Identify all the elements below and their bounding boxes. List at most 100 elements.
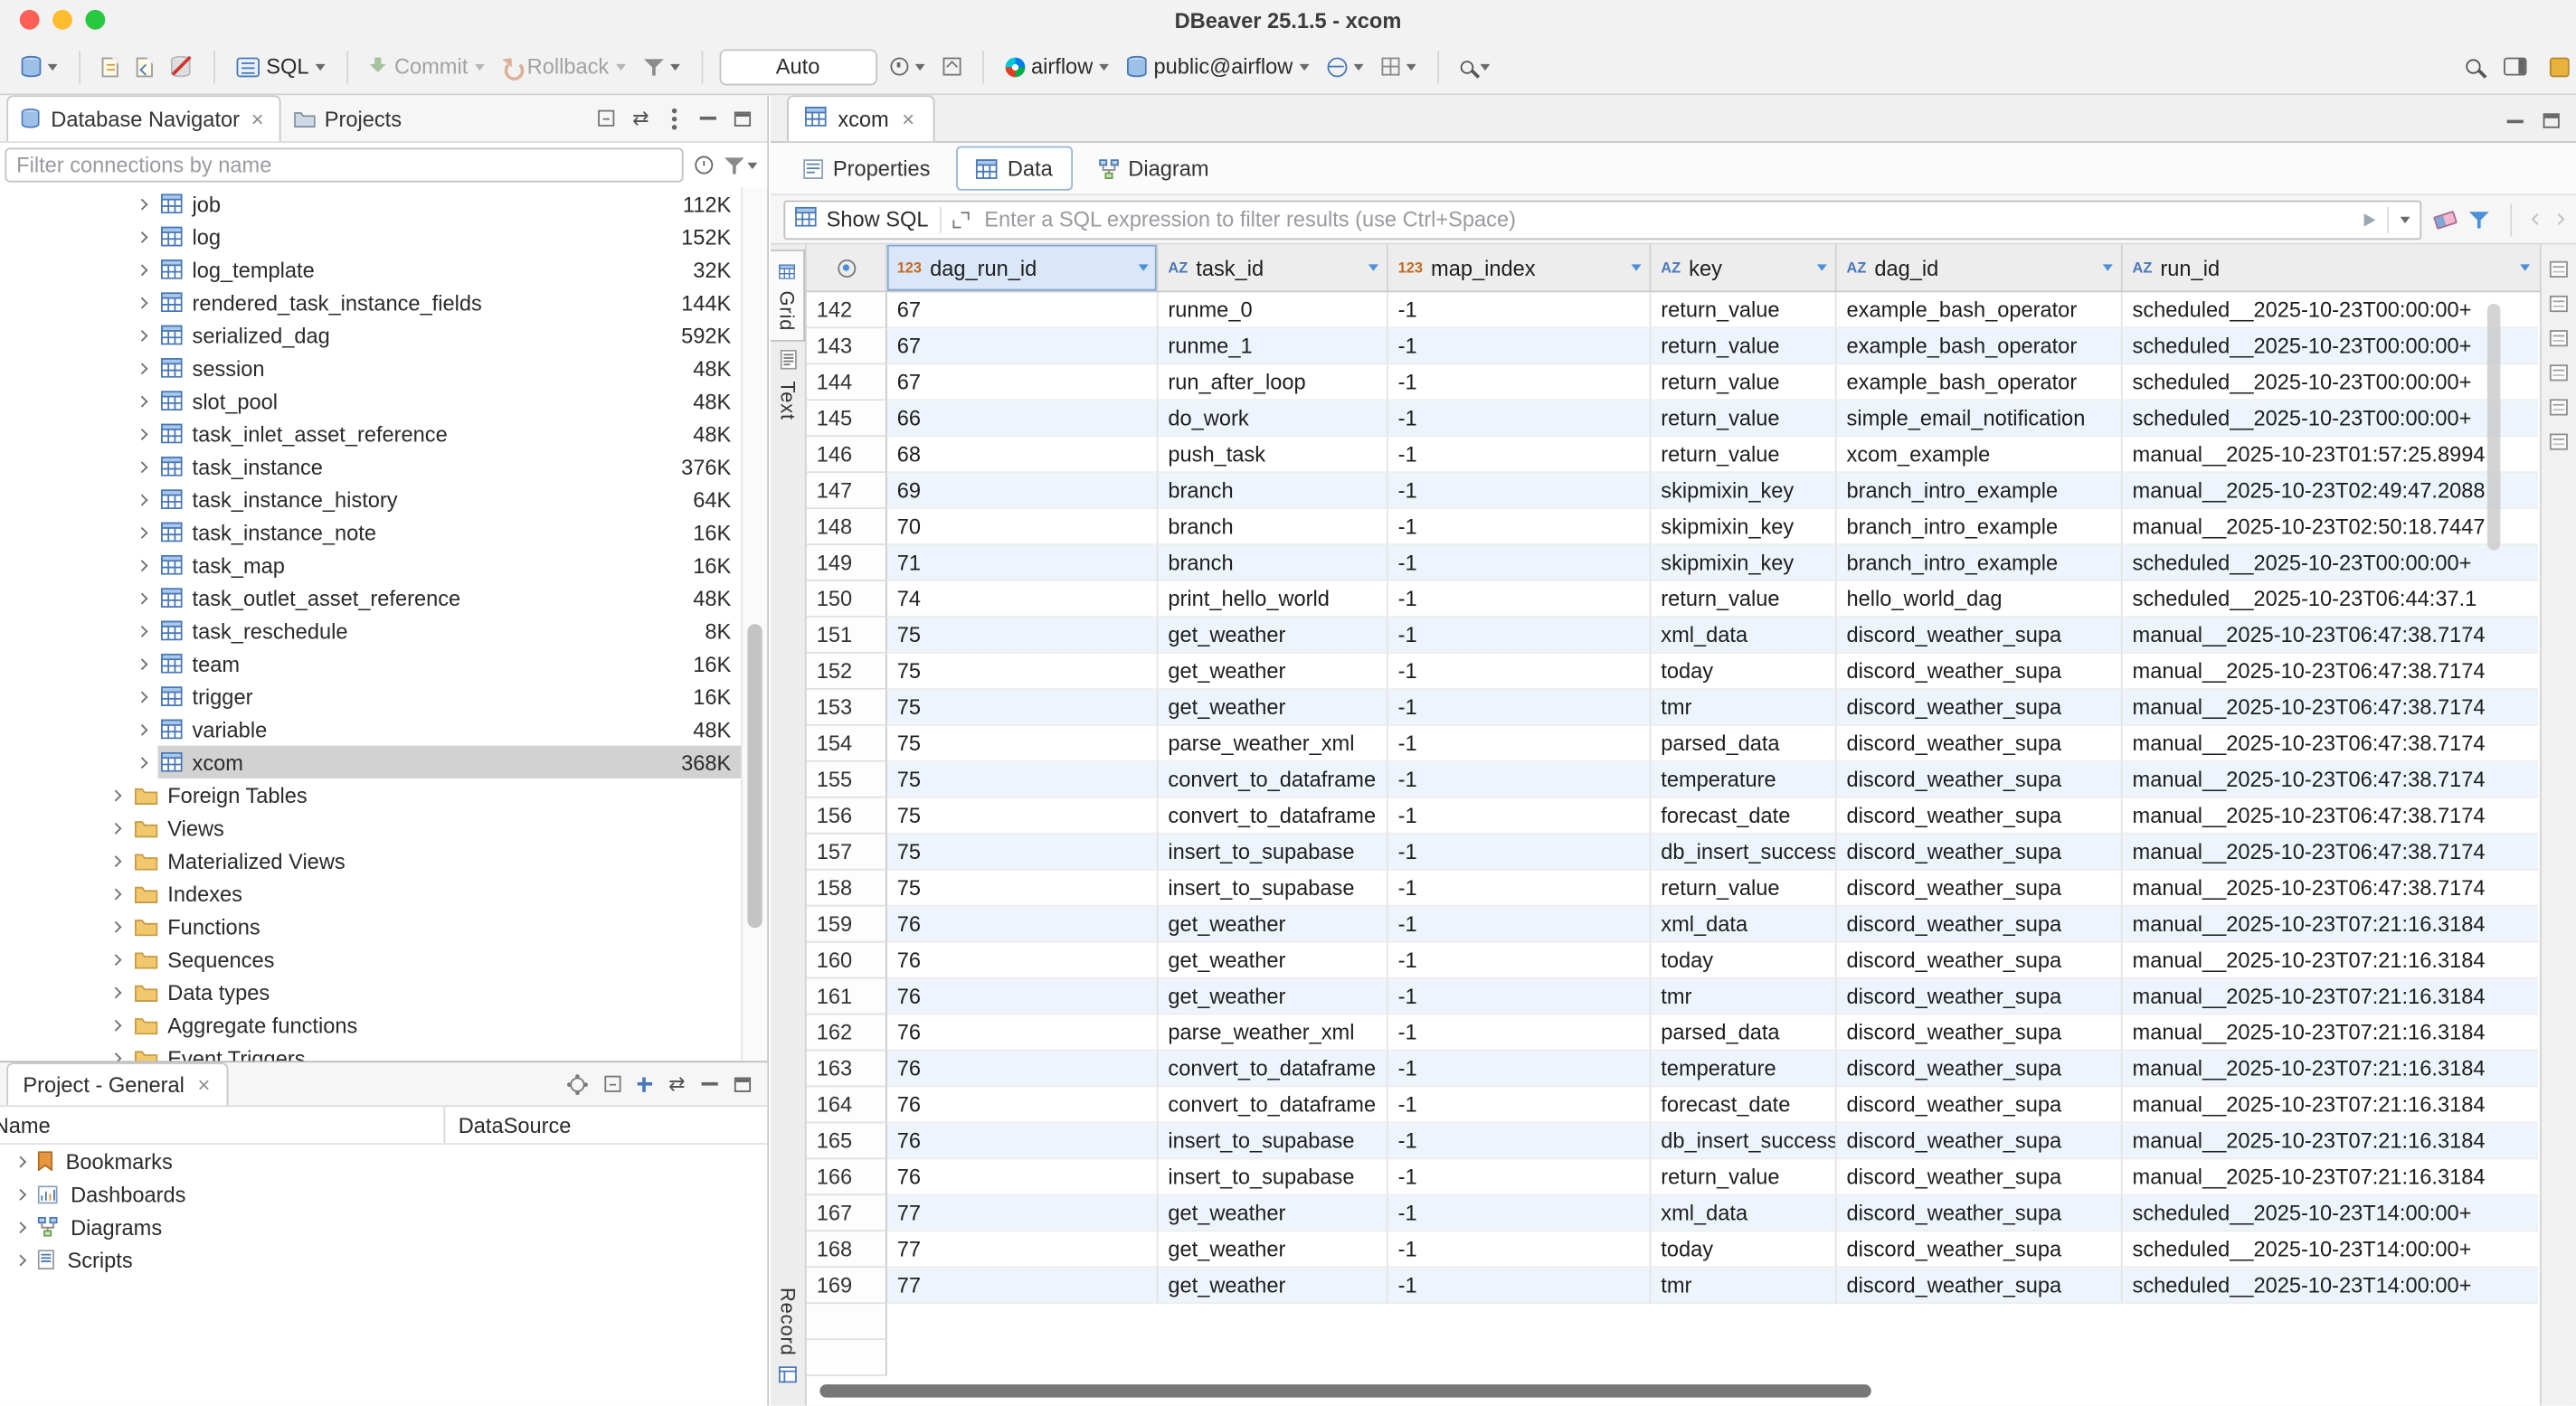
tree-item[interactable]: slot_pool 48K xyxy=(0,384,767,417)
column-header[interactable]: AZ run_id xyxy=(2123,245,2539,291)
network-profile-button[interactable] xyxy=(1322,53,1368,80)
minimize-view-icon[interactable] xyxy=(702,1082,718,1086)
tree-item[interactable]: job 112K xyxy=(0,187,767,220)
cell-map-index[interactable]: -1 xyxy=(1388,401,1652,437)
close-icon[interactable]: × xyxy=(250,109,265,130)
cell-dag-run-id[interactable]: 75 xyxy=(887,690,1159,726)
history-back-icon[interactable] xyxy=(2532,213,2543,225)
cell-key[interactable]: skipmixin_key xyxy=(1651,509,1836,545)
cell-run-id[interactable]: manual__2025-10-23T06:47:38.7174 xyxy=(2123,726,2539,762)
link-with-editor-icon[interactable]: ⇄ xyxy=(668,1074,685,1094)
commit-button[interactable]: Commit xyxy=(365,51,489,82)
cell-dag-run-id[interactable]: 69 xyxy=(887,473,1159,509)
column-filter-caret-icon[interactable] xyxy=(2103,264,2113,270)
cell-key[interactable]: today xyxy=(1651,1231,1836,1268)
cell-task-id[interactable]: get_weather xyxy=(1158,654,1387,690)
cell-run-id[interactable]: manual__2025-10-23T07:21:16.3184 xyxy=(2123,1159,2539,1195)
cell-dag-id[interactable]: discord_weather_supa xyxy=(1837,871,2123,907)
row-number[interactable]: 142 xyxy=(807,292,887,328)
collapse-all-icon[interactable] xyxy=(598,110,614,127)
expand-chevron-icon[interactable] xyxy=(110,789,122,801)
row-number[interactable]: 164 xyxy=(807,1087,887,1123)
cell-dag-run-id[interactable]: 68 xyxy=(887,437,1159,473)
tree-item[interactable]: Functions xyxy=(0,910,767,942)
cell-dag-run-id[interactable]: 75 xyxy=(887,798,1159,835)
expand-chevron-icon[interactable] xyxy=(137,329,148,341)
row-number[interactable]: 166 xyxy=(807,1159,887,1195)
column-header-name[interactable]: Name xyxy=(0,1107,443,1143)
row-number[interactable]: 154 xyxy=(807,726,887,762)
cell-map-index[interactable]: -1 xyxy=(1388,798,1652,835)
transaction-log-button[interactable] xyxy=(885,54,929,79)
expand-chevron-icon[interactable] xyxy=(137,625,148,637)
cell-map-index[interactable]: -1 xyxy=(1388,835,1652,871)
cell-map-index[interactable]: -1 xyxy=(1388,762,1652,798)
cell-dag-run-id[interactable]: 77 xyxy=(887,1268,1159,1304)
cell-dag-id[interactable]: simple_email_notification xyxy=(1837,401,2123,437)
cell-dag-run-id[interactable]: 76 xyxy=(887,907,1159,943)
cell-key[interactable]: db_insert_success xyxy=(1651,835,1836,871)
cell-dag-run-id[interactable]: 66 xyxy=(887,401,1159,437)
expand-chevron-icon[interactable] xyxy=(137,395,148,407)
row-number[interactable]: 168 xyxy=(807,1231,887,1268)
column-filter-caret-icon[interactable] xyxy=(1139,264,1149,270)
tree-item[interactable]: Foreign Tables xyxy=(0,778,767,811)
cell-task-id[interactable]: get_weather xyxy=(1158,690,1387,726)
cell-key[interactable]: temperature xyxy=(1651,1051,1836,1087)
cell-map-index[interactable]: -1 xyxy=(1388,292,1652,328)
apply-filter-icon[interactable] xyxy=(2364,212,2376,226)
cell-dag-run-id[interactable]: 77 xyxy=(887,1195,1159,1231)
cell-run-id[interactable]: scheduled__2025-10-23T14:00:00+ xyxy=(2123,1268,2539,1304)
cell-run-id[interactable]: manual__2025-10-23T06:47:38.7174 xyxy=(2123,690,2539,726)
tree-item[interactable]: task_reschedule 8K xyxy=(0,614,767,646)
maximize-editor-icon[interactable] xyxy=(2543,113,2560,127)
references-panel-icon[interactable] xyxy=(2550,330,2568,346)
cell-dag-run-id[interactable]: 75 xyxy=(887,618,1159,654)
cell-run-id[interactable]: manual__2025-10-23T07:21:16.3184 xyxy=(2123,979,2539,1015)
cell-key[interactable]: temperature xyxy=(1651,762,1836,798)
cell-dag-id[interactable]: discord_weather_supa xyxy=(1837,1051,2123,1087)
cell-dag-id[interactable]: hello_world_dag xyxy=(1837,581,2123,618)
tree-item[interactable]: xcom 368K xyxy=(0,746,767,778)
tree-item[interactable]: log 152K xyxy=(0,220,767,252)
row-number[interactable]: 167 xyxy=(807,1195,887,1231)
expand-chevron-icon[interactable] xyxy=(14,1156,26,1167)
cell-run-id[interactable]: scheduled__2025-10-23T00:00:00+ xyxy=(2123,545,2539,581)
cell-key[interactable]: return_value xyxy=(1651,437,1836,473)
minimize-window-button[interactable] xyxy=(52,10,72,30)
cell-task-id[interactable]: get_weather xyxy=(1158,1195,1387,1231)
row-number[interactable]: 149 xyxy=(807,545,887,581)
export-button[interactable] xyxy=(937,54,965,79)
cell-key[interactable]: tmr xyxy=(1651,979,1836,1015)
maximize-view-icon[interactable] xyxy=(734,1077,751,1091)
expand-chevron-icon[interactable] xyxy=(137,428,148,439)
expand-chevron-icon[interactable] xyxy=(137,526,148,538)
cell-key[interactable]: parsed_data xyxy=(1651,726,1836,762)
cell-task-id[interactable]: print_hello_world xyxy=(1158,581,1387,618)
column-filter-caret-icon[interactable] xyxy=(2520,264,2530,270)
cell-key[interactable]: return_value xyxy=(1651,581,1836,618)
connection-selector[interactable]: airflow xyxy=(1000,51,1114,82)
record-mode-toggle[interactable]: Record xyxy=(771,1279,805,1395)
cell-task-id[interactable]: convert_to_dataframe xyxy=(1158,762,1387,798)
cell-task-id[interactable]: push_task xyxy=(1158,437,1387,473)
cell-task-id[interactable]: branch xyxy=(1158,509,1387,545)
cell-map-index[interactable]: -1 xyxy=(1388,328,1652,364)
expand-chevron-icon[interactable] xyxy=(110,888,122,900)
row-number[interactable]: 158 xyxy=(807,871,887,907)
cell-key[interactable]: tmr xyxy=(1651,690,1836,726)
aggregate-panel-icon[interactable] xyxy=(2550,434,2568,450)
tree-item[interactable]: task_instance 376K xyxy=(0,450,767,483)
new-sql-script-button[interactable] xyxy=(97,53,123,80)
cell-run-id[interactable]: manual__2025-10-23T07:21:16.3184 xyxy=(2123,1051,2539,1087)
cell-dag-id[interactable]: discord_weather_supa xyxy=(1837,835,2123,871)
expand-chevron-icon[interactable] xyxy=(110,953,122,965)
toggle-panel-icon[interactable] xyxy=(2504,58,2526,76)
cell-dag-id[interactable]: xcom_example xyxy=(1837,437,2123,473)
row-number[interactable]: 163 xyxy=(807,1051,887,1087)
expand-chevron-icon[interactable] xyxy=(110,822,122,834)
cell-task-id[interactable]: convert_to_dataframe xyxy=(1158,1087,1387,1123)
tree-item[interactable]: task_outlet_asset_reference 48K xyxy=(0,581,767,614)
cell-dag-id[interactable]: discord_weather_supa xyxy=(1837,1123,2123,1159)
cell-map-index[interactable]: -1 xyxy=(1388,907,1652,943)
